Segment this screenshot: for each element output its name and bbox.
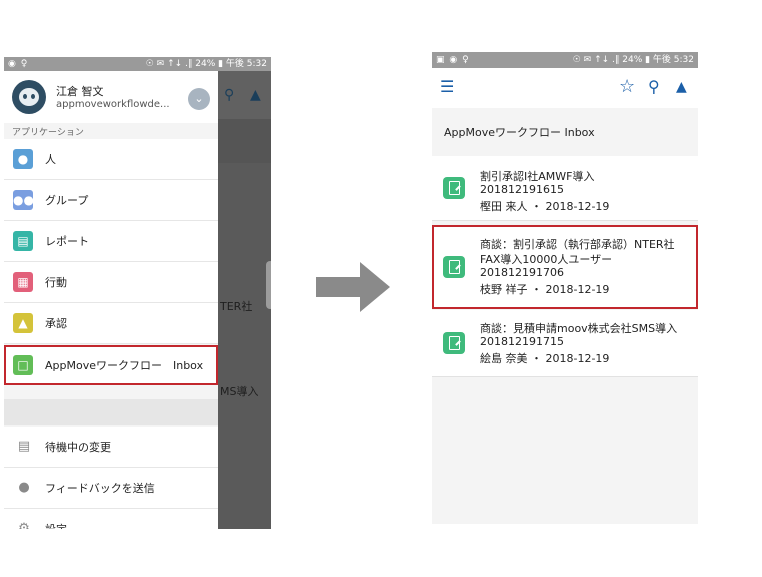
menu-item-feedback[interactable]: ● フィードバックを送信 [4,468,218,509]
menu-item-label: グループ [45,194,89,207]
user-name: 江倉 智文 [56,85,104,98]
status-left-icons: ◉ ♀ [8,59,29,69]
app-header: ☰ ☆ ⚲ ▲ [432,68,698,108]
left-phone-screen: ◉ ♀ ☉ ✉ ↑↓ .∥ 24% ▮ 午後 5:32 ⚲ ▲ TER社 MS導… [4,57,271,529]
workflow-inbox-icon: □ [13,355,33,375]
inbox-item[interactable]: 割引承認I社AMWF導入 201812191615 樫田 来人 ・ 2018-1… [432,156,698,221]
menu-item-pending-changes[interactable]: ▤ 待機中の変更 [4,427,218,468]
navigation-drawer: 江倉 智文 appmoveworkflowde... ⌄ アプリケーション ● … [4,71,218,529]
inbox-item-highlighted[interactable]: 商談：割引承認（執行部承認）NTER社 FAX導入10000人ユーザー 2018… [432,225,698,309]
approval-request-icon [443,332,465,354]
dimmed-header: ⚲ ▲ [218,71,271,119]
item-title: 商談：見積申請moov株式会社SMS導入 [480,322,678,335]
user-header[interactable]: 江倉 智文 appmoveworkflowde... ⌄ [4,71,218,123]
feedback-icon: ● [18,480,30,495]
menu-item-settings[interactable]: ⚙ 設定 [4,509,218,529]
menu-item-reports[interactable]: ▤ レポート [4,221,218,262]
dimmed-text: MS導入 [220,385,259,398]
approval-request-icon [443,177,465,199]
drawer-handle[interactable] [266,261,271,309]
menu-item-label: フィードバックを送信 [45,482,155,495]
menu-item-label: 待機中の変更 [45,441,111,454]
menu-item-appmove-workflow-inbox[interactable]: □ AppMoveワークフロー Inbox [4,345,218,385]
dimmed-text: TER社 [220,300,253,313]
search-icon[interactable]: ⚲ [648,77,660,97]
calendar-icon: ▦ [13,272,33,292]
status-right-icons: ☉ ✉ ↑↓ .∥ 24% ▮ 午後 5:32 [572,55,694,65]
dimmed-background-app: ⚲ ▲ TER社 MS導入 [218,71,271,529]
chevron-down-icon[interactable]: ⌄ [188,88,210,110]
section-label-applications: アプリケーション [12,128,84,138]
gear-icon: ⚙ [18,521,30,529]
approval-icon: ▲ [13,313,33,333]
item-title-cont: FAX導入10000人ユーザー [480,253,613,266]
item-title: 商談：割引承認（執行部承認）NTER社 [480,238,675,251]
menu-item-activities[interactable]: ▦ 行動 [4,262,218,303]
status-bar: ◉ ♀ ☉ ✉ ↑↓ .∥ 24% ▮ 午後 5:32 [4,57,271,71]
menu-item-label: 行動 [45,276,67,289]
approval-request-icon [443,256,465,278]
page-title-bar: AppMoveワークフロー Inbox [432,108,698,156]
bell-icon: ▲ [250,87,261,103]
status-left-icons: ▣ ◉ ♀ [436,55,470,65]
menu-item-label: AppMoveワークフロー Inbox [45,359,204,372]
item-id: 201812191615 [480,183,564,196]
bell-icon[interactable]: ▲ [676,77,687,97]
dimmed-strip [218,119,271,163]
group-icon: ●● [13,190,34,210]
page-title: AppMoveワークフロー Inbox [444,126,595,139]
inbox-item[interactable]: 商談：見積申請moov株式会社SMS導入 201812191715 絵島 奈美 … [432,310,698,377]
divider [4,399,218,425]
transition-arrow-icon [316,262,390,312]
report-icon: ▤ [13,231,33,251]
menu-item-label: 設定 [45,521,67,529]
search-icon: ⚲ [224,87,235,103]
item-meta: 枝野 祥子 ・ 2018-12-19 [480,283,610,296]
person-icon: ● [13,149,33,169]
status-right-icons: ☉ ✉ ↑↓ .∥ 24% ▮ 午後 5:32 [145,59,267,69]
item-meta: 樫田 来人 ・ 2018-12-19 [480,200,610,213]
item-id: 201812191715 [480,335,564,348]
item-title: 割引承認I社AMWF導入 [480,170,595,183]
status-bar: ▣ ◉ ♀ ☉ ✉ ↑↓ .∥ 24% ▮ 午後 5:32 [432,52,698,68]
menu-item-label: レポート [45,235,89,248]
menu-item-label: 人 [45,153,56,166]
right-phone-screen: ▣ ◉ ♀ ☉ ✉ ↑↓ .∥ 24% ▮ 午後 5:32 ☰ ☆ ⚲ ▲ Ap… [432,52,698,524]
item-id: 201812191706 [480,266,564,279]
item-meta: 絵島 奈美 ・ 2018-12-19 [480,352,610,365]
pending-changes-icon: ▤ [17,439,31,454]
menu-item-label: 承認 [45,317,67,330]
menu-item-approvals[interactable]: ▲ 承認 [4,303,218,344]
star-icon[interactable]: ☆ [619,77,635,97]
menu-item-groups[interactable]: ●● グループ [4,180,218,221]
hamburger-menu-icon[interactable]: ☰ [440,77,454,97]
avatar [12,80,46,114]
user-username: appmoveworkflowde... [56,99,170,110]
menu-item-people[interactable]: ● 人 [4,139,218,180]
